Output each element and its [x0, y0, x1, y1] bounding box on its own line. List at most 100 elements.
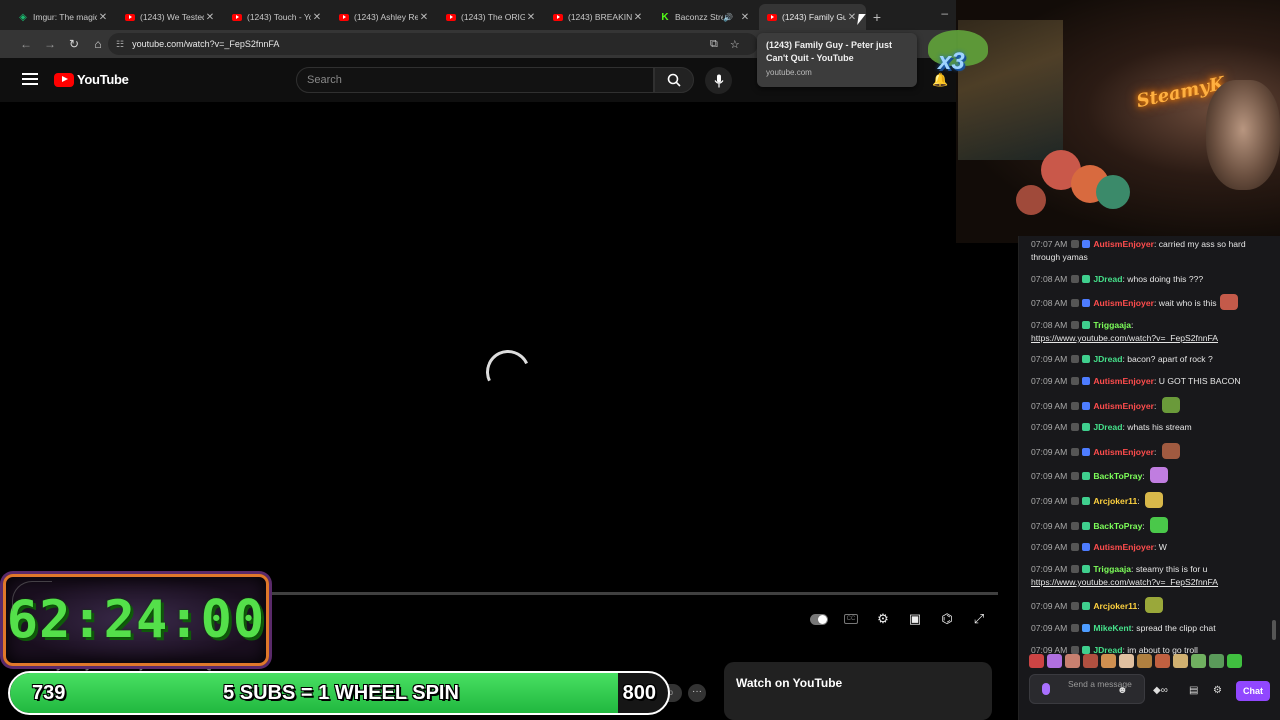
browser-tab[interactable]: (1243) Touch - Yo ✕: [224, 4, 331, 30]
chat-settings-icon[interactable]: ⚙: [1213, 685, 1222, 696]
chat-input[interactable]: Send a message: [1029, 674, 1145, 704]
close-tab-icon[interactable]: ✕: [632, 12, 644, 23]
player-controls: CC ⚙ ▣ ⌬ ⤢: [810, 610, 988, 628]
install-app-icon[interactable]: ⧉: [710, 38, 718, 51]
chat-username[interactable]: JDread: [1093, 422, 1122, 432]
emote-icon[interactable]: [1119, 654, 1134, 668]
browser-tab[interactable]: (1243) Family Gu ✕: [759, 4, 866, 30]
emote-icon[interactable]: [1083, 654, 1098, 668]
bookmark-star-icon[interactable]: ☆: [730, 38, 740, 51]
chat-send-button[interactable]: Chat: [1236, 681, 1270, 701]
chat-username[interactable]: AutismEnjoyer: [1093, 401, 1154, 411]
reload-icon[interactable]: ↻: [62, 37, 86, 51]
home-icon[interactable]: ⌂: [86, 37, 110, 51]
close-tab-icon[interactable]: ✕: [418, 12, 430, 23]
miniplayer-button[interactable]: ▣: [906, 610, 924, 628]
chat-username[interactable]: BackToPray: [1093, 471, 1142, 481]
bits-icon[interactable]: ◆∞: [1153, 685, 1168, 696]
tab-title: (1243) Touch - Yo: [247, 12, 311, 22]
close-tab-icon[interactable]: ✕: [97, 12, 109, 23]
back-icon[interactable]: ←: [14, 37, 38, 51]
emote-icon[interactable]: [1209, 654, 1224, 668]
close-tab-icon[interactable]: ✕: [525, 12, 537, 23]
settings-button[interactable]: ⚙: [874, 610, 892, 628]
chat-username[interactable]: Triggaaja: [1093, 320, 1131, 330]
chat-badge-icon: [1071, 447, 1080, 456]
cast-button[interactable]: ⌬: [938, 610, 956, 628]
chat-badge-icon: [1082, 543, 1091, 552]
chat-badge-icon: [1071, 645, 1080, 654]
fullscreen-button[interactable]: ⤢: [970, 610, 988, 628]
chat-username[interactable]: Arcjoker11: [1093, 601, 1137, 611]
chat-scrollbar[interactable]: [1272, 620, 1276, 640]
browser-tab[interactable]: ◈ Imgur: The magic ✕: [10, 4, 117, 30]
subs-goal-bar: 5 SUBS = 1 WHEEL SPIN 739 800: [8, 671, 670, 715]
chat-username[interactable]: AutismEnjoyer: [1093, 542, 1154, 552]
browser-tab[interactable]: (1243) Ashley Re ✕: [331, 4, 438, 30]
emote-icon[interactable]: [1227, 654, 1242, 668]
search-input[interactable]: Search: [296, 67, 654, 93]
emote-icon[interactable]: [1065, 654, 1080, 668]
emote-icon[interactable]: [1137, 654, 1152, 668]
chat-emote-icon: [1161, 442, 1180, 459]
youtube-logo[interactable]: YouTube: [54, 72, 129, 87]
emote-icon[interactable]: [1191, 654, 1206, 668]
chat-message: 07:09 AM Arcjoker11:: [1031, 491, 1273, 508]
chat-link[interactable]: https://www.youtube.com/watch?v=_FepS2fn…: [1031, 333, 1218, 343]
chat-timestamp: 07:09 AM: [1031, 354, 1068, 365]
chat-username[interactable]: Arcjoker11: [1093, 496, 1137, 506]
chat-badge-icon: [1071, 401, 1080, 410]
chat-username[interactable]: AutismEnjoyer: [1093, 239, 1154, 249]
chat-timestamp: 07:09 AM: [1031, 644, 1068, 655]
emote-icon[interactable]: [1047, 654, 1062, 668]
chat-username[interactable]: AutismEnjoyer: [1093, 376, 1154, 386]
minimize-button[interactable]: –: [941, 6, 948, 20]
chat-message-list[interactable]: 07:07 AM AutismEnjoyer: carried my ass so…: [1031, 238, 1273, 665]
chat-timestamp: 07:09 AM: [1031, 495, 1068, 506]
gift-icon[interactable]: ▤: [1189, 685, 1198, 696]
chat-link[interactable]: https://www.youtube.com/watch?v=_FepS2fn…: [1031, 577, 1218, 587]
cast-icon: ⌬: [941, 611, 953, 626]
search-button[interactable]: [654, 67, 694, 93]
forward-icon[interactable]: →: [38, 37, 62, 51]
chat-badge-icon: [1082, 472, 1091, 481]
youtube-play-icon: [54, 72, 74, 87]
chat-message: 07:09 AM AutismEnjoyer: W: [1031, 542, 1167, 553]
close-tab-icon[interactable]: ✕: [204, 12, 216, 23]
chat-badge-icon: [1071, 320, 1080, 329]
chat-username[interactable]: JDread: [1093, 645, 1122, 655]
emote-picker-icon[interactable]: ☻: [1117, 685, 1128, 696]
browser-tab[interactable]: K Baconzz Stre 🔊 ✕: [652, 4, 759, 30]
close-tab-icon[interactable]: ✕: [311, 12, 323, 23]
streamer-face: [1206, 80, 1280, 190]
browser-tab[interactable]: (1243) The ORIGI ✕: [438, 4, 545, 30]
chat-username[interactable]: AutismEnjoyer: [1093, 298, 1154, 308]
voice-search-button[interactable]: [705, 67, 732, 94]
emote-icon[interactable]: [1029, 654, 1044, 668]
more-options-button[interactable]: ···: [688, 684, 706, 702]
chat-username[interactable]: JDread: [1093, 354, 1122, 364]
chat-username[interactable]: AutismEnjoyer: [1093, 447, 1154, 457]
browser-tab[interactable]: (1243) We Tested ✕: [117, 4, 224, 30]
browser-tab[interactable]: (1243) BREAKIN ✕: [545, 4, 652, 30]
chat-username[interactable]: BackToPray: [1093, 521, 1142, 531]
chat-username[interactable]: JDread: [1093, 274, 1122, 284]
tooltip-title: (1243) Family Guy - Peter just Can't Qui…: [766, 40, 893, 63]
menu-icon[interactable]: [22, 73, 38, 85]
speaker-icon[interactable]: 🔊: [723, 13, 733, 22]
emote-icon[interactable]: [1155, 654, 1170, 668]
new-tab-button[interactable]: +: [866, 4, 888, 30]
emote-icon[interactable]: [1101, 654, 1116, 668]
close-tab-icon[interactable]: ✕: [739, 12, 751, 23]
captions-button[interactable]: CC: [842, 610, 860, 628]
autoplay-toggle[interactable]: [810, 610, 828, 628]
chat-username[interactable]: MikeKent: [1093, 623, 1131, 633]
address-bar[interactable]: ☷ youtube.com/watch?v=_FepS2fnnFA: [108, 33, 758, 55]
site-info-icon[interactable]: ☷: [116, 39, 124, 50]
chat-badge-icon: [1082, 240, 1091, 248]
chat-badge-icon: [1071, 355, 1080, 364]
close-tab-icon[interactable]: ✕: [846, 12, 858, 23]
emote-icon[interactable]: [1173, 654, 1188, 668]
watch-on-youtube-panel[interactable]: Watch on YouTube: [724, 662, 992, 720]
chat-username[interactable]: Triggaaja: [1093, 564, 1131, 574]
